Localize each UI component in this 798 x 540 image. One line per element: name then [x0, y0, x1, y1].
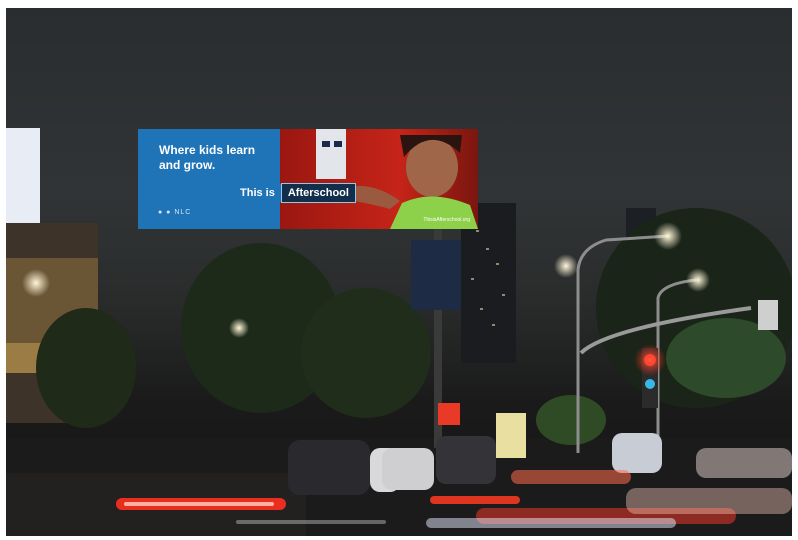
lower-billboard — [411, 240, 461, 310]
tagline-prefix: This is — [234, 184, 281, 202]
hedge — [536, 395, 606, 445]
car — [612, 433, 662, 473]
billboard: Where kids learn and grow. ● ● NLC Thisi… — [138, 129, 478, 229]
headlight-trail — [426, 518, 676, 528]
car — [382, 448, 434, 490]
street-lamp-glow — [654, 222, 682, 250]
night-street-photo: Where kids learn and grow. ● ● NLC Thisi… — [6, 8, 792, 536]
billboard-photo-panel: ThisisAfterschool.org — [280, 129, 478, 229]
street-scene — [6, 128, 792, 536]
car — [288, 440, 370, 495]
tagline-word: Afterschool — [280, 183, 356, 203]
sponsor-logos: ● ● NLC — [158, 209, 192, 216]
billboard-text-panel: Where kids learn and grow. ● ● NLC — [138, 129, 280, 229]
tail-light-trail — [430, 496, 520, 504]
tree — [36, 308, 136, 428]
billboard-headline: Where kids learn and grow. — [159, 143, 256, 172]
car — [436, 436, 496, 484]
billboard-tagline: This is Afterschool — [234, 183, 356, 203]
lit-building-sign — [6, 128, 40, 223]
child-robot-photo — [316, 129, 478, 229]
billboard-url: ThisisAfterschool.org — [423, 217, 470, 223]
